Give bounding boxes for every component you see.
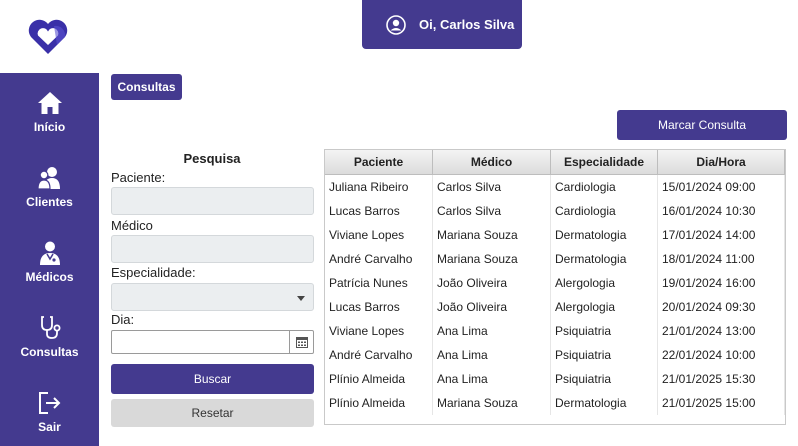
cell-datetime: 21/01/2025 15:30 [658,367,785,391]
cell-doctor: Ana Lima [433,367,551,391]
cell-doctor: Mariana Souza [433,247,551,271]
cell-doctor: Ana Lima [433,343,551,367]
search-title: Pesquisa [183,151,241,166]
table-row[interactable]: Lucas Barros Carlos Silva Cardiologia 16… [325,199,785,223]
specialty-label: Especialidade: [111,265,196,280]
table-row[interactable]: Viviane Lopes Ana Lima Psiquiatria 21/01… [325,319,785,343]
search-button[interactable]: Buscar [111,364,314,394]
cell-patient: André Carvalho [325,247,433,271]
cell-doctor: João Oliveira [433,271,551,295]
chevron-down-icon [297,296,305,301]
cell-datetime: 19/01/2024 16:00 [658,271,785,295]
cell-patient: Viviane Lopes [325,223,433,247]
sidebar-item-medicos[interactable]: Médicos [0,240,99,284]
cell-patient: André Carvalho [325,343,433,367]
schedule-appointment-button[interactable]: Marcar Consulta [617,110,787,140]
user-avatar-icon [386,14,406,35]
cell-doctor: João Oliveira [433,295,551,319]
table-row[interactable]: Plínio Almeida Ana Lima Psiquiatria 21/0… [325,367,785,391]
column-header-especialidade[interactable]: Especialidade [551,150,658,174]
cell-datetime: 15/01/2024 09:00 [658,175,785,199]
table-body: Juliana Ribeiro Carlos Silva Cardiologia… [325,175,785,415]
cell-specialty: Psiquiatria [551,319,658,343]
table-row[interactable]: Plínio Almeida Mariana Souza Dermatologi… [325,391,785,415]
table-header: Paciente Médico Especialidade Dia/Hora [325,150,785,175]
cell-patient: Lucas Barros [325,199,433,223]
sidebar: Início Clientes Médicos Consultas Sair [0,73,99,446]
cell-specialty: Psiquiatria [551,343,658,367]
heart-logo [28,19,68,55]
patient-input[interactable] [111,187,314,215]
cell-specialty: Alergologia [551,295,658,319]
cell-specialty: Dermatologia [551,391,658,415]
cell-datetime: 22/01/2024 10:00 [658,343,785,367]
logout-icon [38,392,60,414]
sidebar-item-clientes[interactable]: Clientes [0,165,99,209]
day-date-picker[interactable] [111,330,314,354]
day-label: Dia: [111,312,135,327]
sidebar-item-sair[interactable]: Sair [0,390,99,434]
stethoscope-icon [40,316,60,339]
cell-doctor: Mariana Souza [433,223,551,247]
cell-specialty: Cardiologia [551,199,658,223]
cell-datetime: 17/01/2024 14:00 [658,223,785,247]
cell-patient: Viviane Lopes [325,319,433,343]
table-row[interactable]: Viviane Lopes Mariana Souza Dermatologia… [325,223,785,247]
cell-doctor: Carlos Silva [433,175,551,199]
sidebar-item-label: Sair [38,420,61,434]
table-row[interactable]: Juliana Ribeiro Carlos Silva Cardiologia… [325,175,785,199]
cell-datetime: 21/01/2024 13:00 [658,319,785,343]
table-row[interactable]: André Carvalho Mariana Souza Dermatologi… [325,247,785,271]
cell-patient: Plínio Almeida [325,391,433,415]
cell-doctor: Carlos Silva [433,199,551,223]
section-tab-consultas[interactable]: Consultas [111,74,182,100]
table-row[interactable]: Lucas Barros João Oliveira Alergologia 2… [325,295,785,319]
user-menu[interactable]: Oi, Carlos Silva [362,0,522,49]
cell-patient: Plínio Almeida [325,367,433,391]
table-row[interactable]: Patrícia Nunes João Oliveira Alergologia… [325,271,785,295]
cell-patient: Lucas Barros [325,295,433,319]
cell-patient: Juliana Ribeiro [325,175,433,199]
cell-specialty: Psiquiatria [551,367,658,391]
sidebar-item-consultas[interactable]: Consultas [0,315,99,359]
cell-doctor: Mariana Souza [433,391,551,415]
calendar-icon[interactable] [289,331,313,353]
sidebar-item-label: Início [33,120,66,134]
doctor-label: Médico [111,218,153,233]
patient-label: Paciente: [111,170,166,185]
cell-doctor: Ana Lima [433,319,551,343]
cell-specialty: Cardiologia [551,175,658,199]
doctor-icon [39,241,60,265]
table-row[interactable]: André Carvalho Ana Lima Psiquiatria 22/0… [325,343,785,367]
sidebar-item-label: Clientes [26,195,73,209]
home-icon [37,92,62,114]
cell-specialty: Alergologia [551,271,658,295]
cell-specialty: Dermatologia [551,223,658,247]
column-header-dia-hora[interactable]: Dia/Hora [658,150,785,174]
cell-patient: Patrícia Nunes [325,271,433,295]
sidebar-item-label: Consultas [20,345,79,359]
user-greeting: Oi, Carlos Silva [419,17,515,32]
sidebar-item-inicio[interactable]: Início [0,90,99,134]
sidebar-item-label: Médicos [25,270,74,284]
column-header-paciente[interactable]: Paciente [325,150,433,174]
appointments-table: Paciente Médico Especialidade Dia/Hora J… [324,149,786,425]
users-icon [36,167,60,190]
doctor-input[interactable] [111,235,314,263]
reset-button[interactable]: Resetar [111,399,314,427]
cell-datetime: 16/01/2024 10:30 [658,199,785,223]
cell-datetime: 18/01/2024 11:00 [658,247,785,271]
specialty-select[interactable] [111,283,314,311]
cell-datetime: 20/01/2024 09:30 [658,295,785,319]
cell-datetime: 21/01/2025 15:00 [658,391,785,415]
cell-specialty: Dermatologia [551,247,658,271]
column-header-medico[interactable]: Médico [433,150,551,174]
